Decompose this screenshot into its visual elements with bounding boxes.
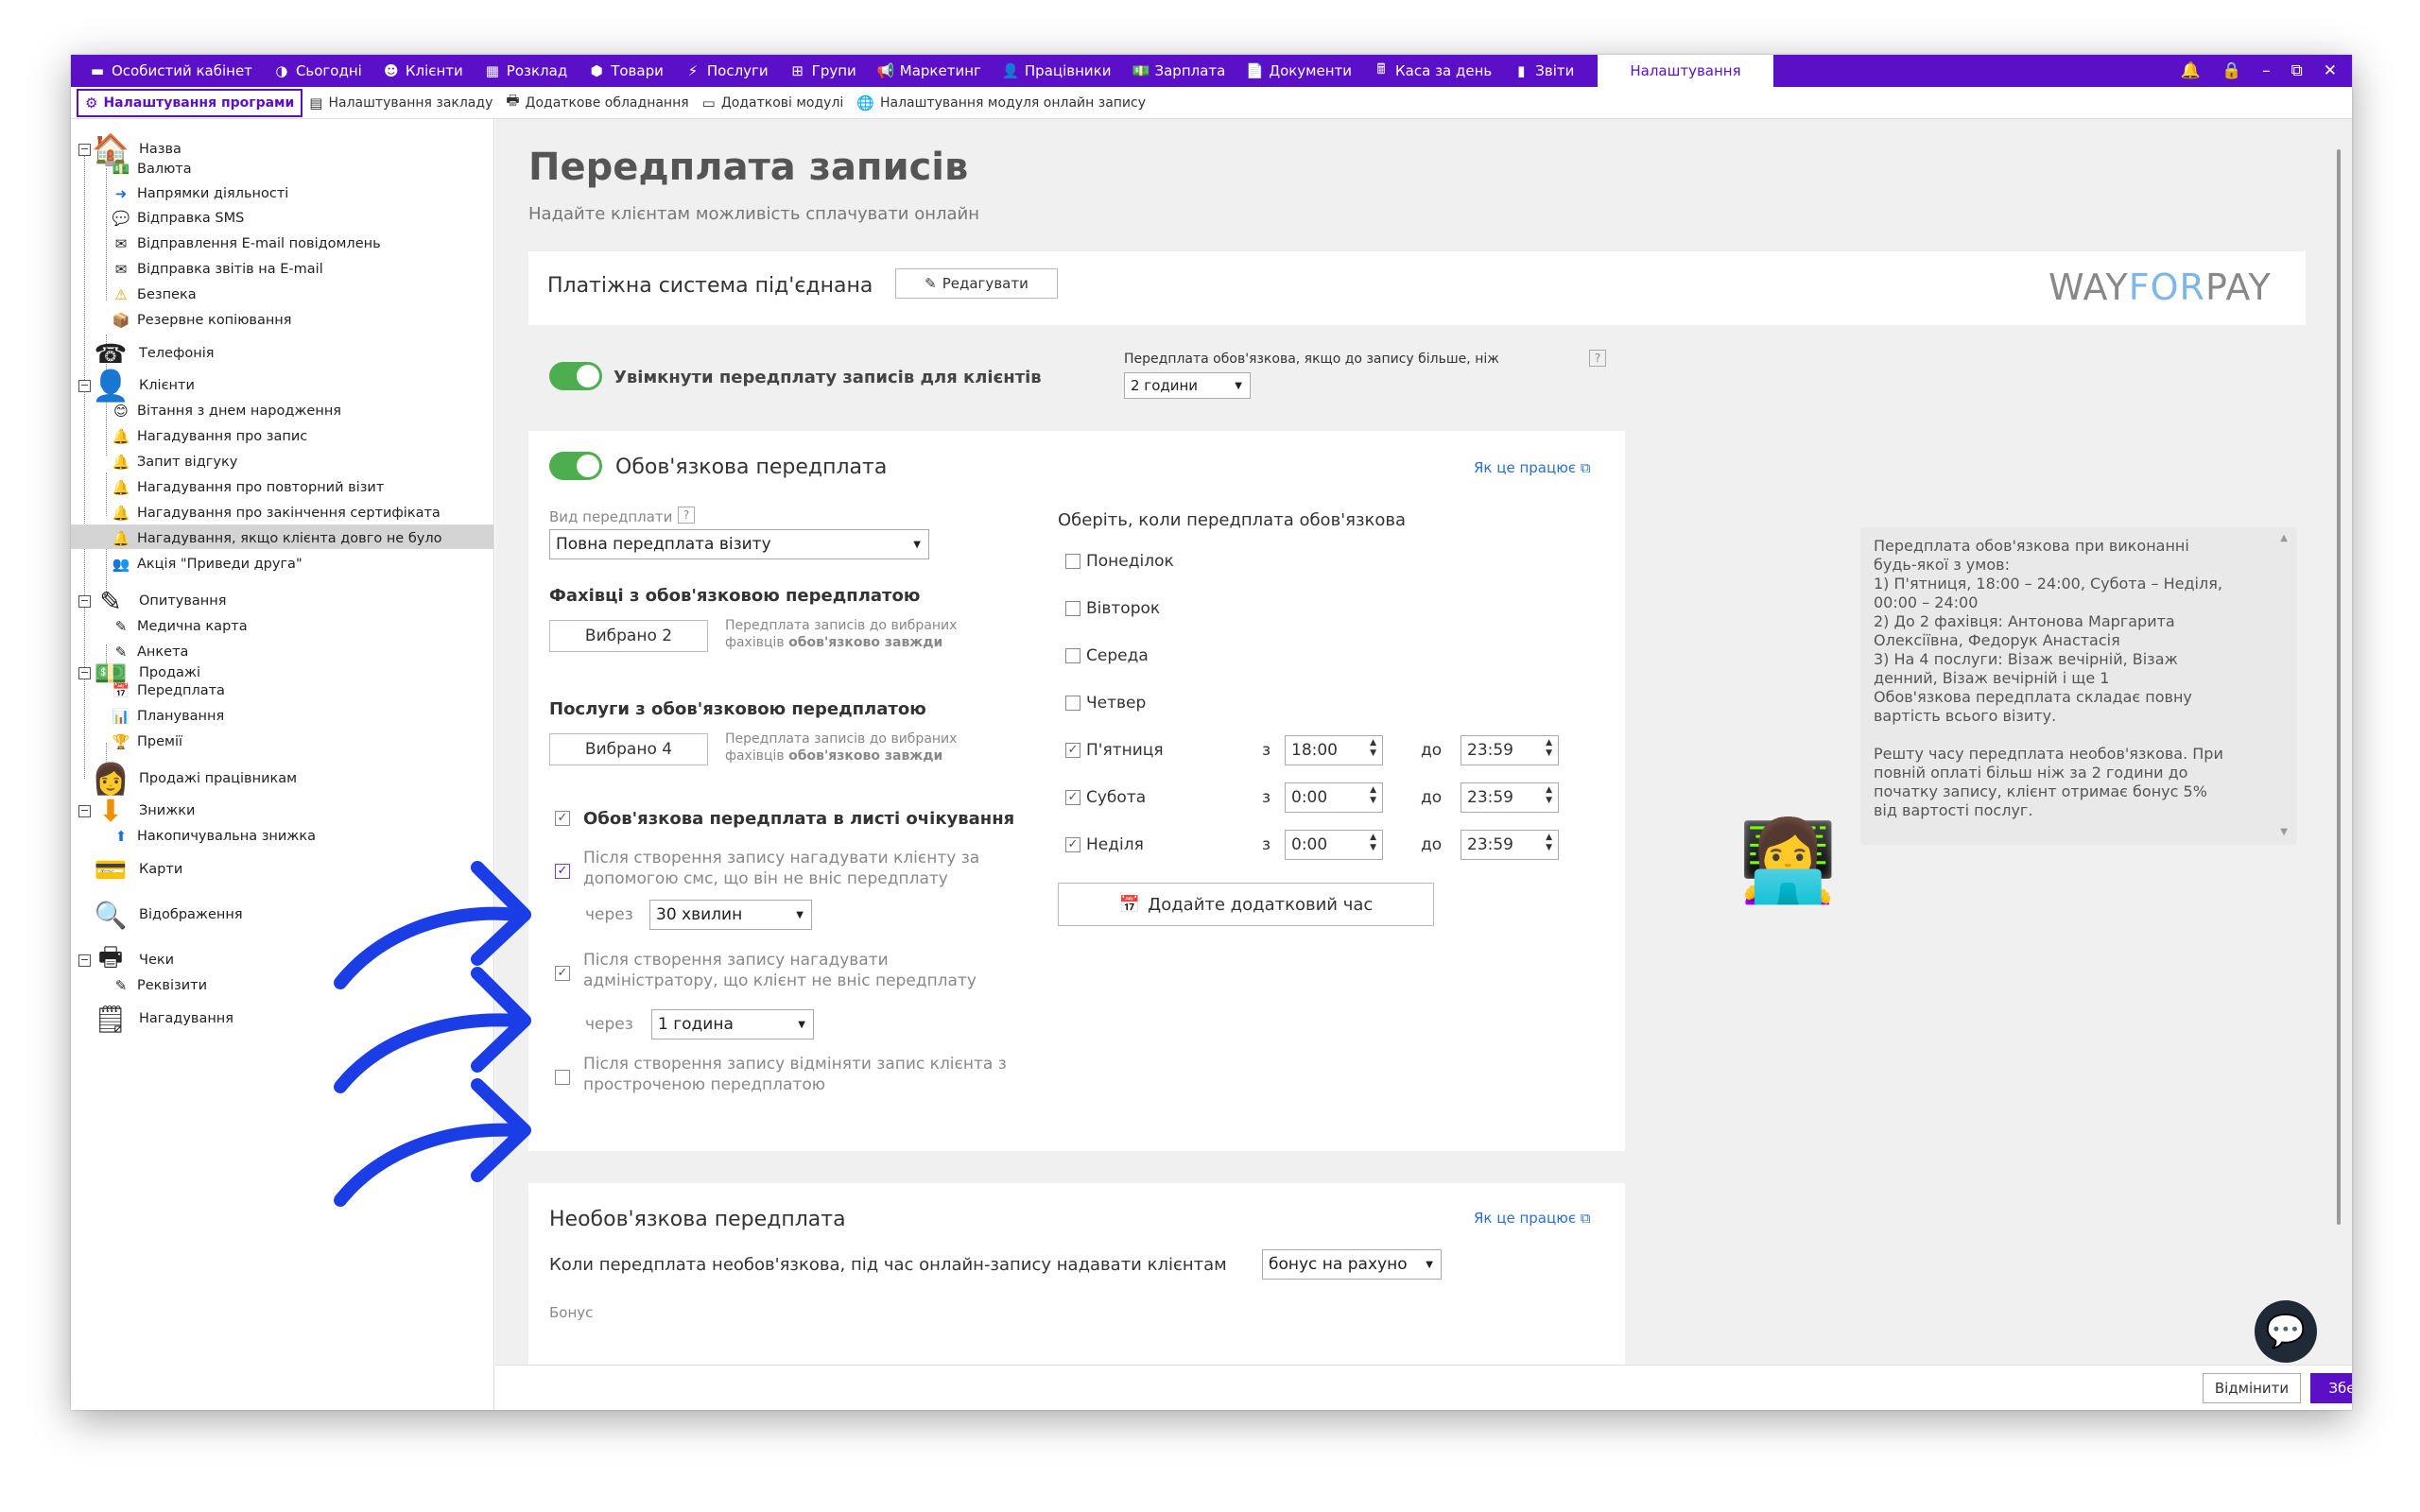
annotation-arrows bbox=[334, 861, 531, 1207]
